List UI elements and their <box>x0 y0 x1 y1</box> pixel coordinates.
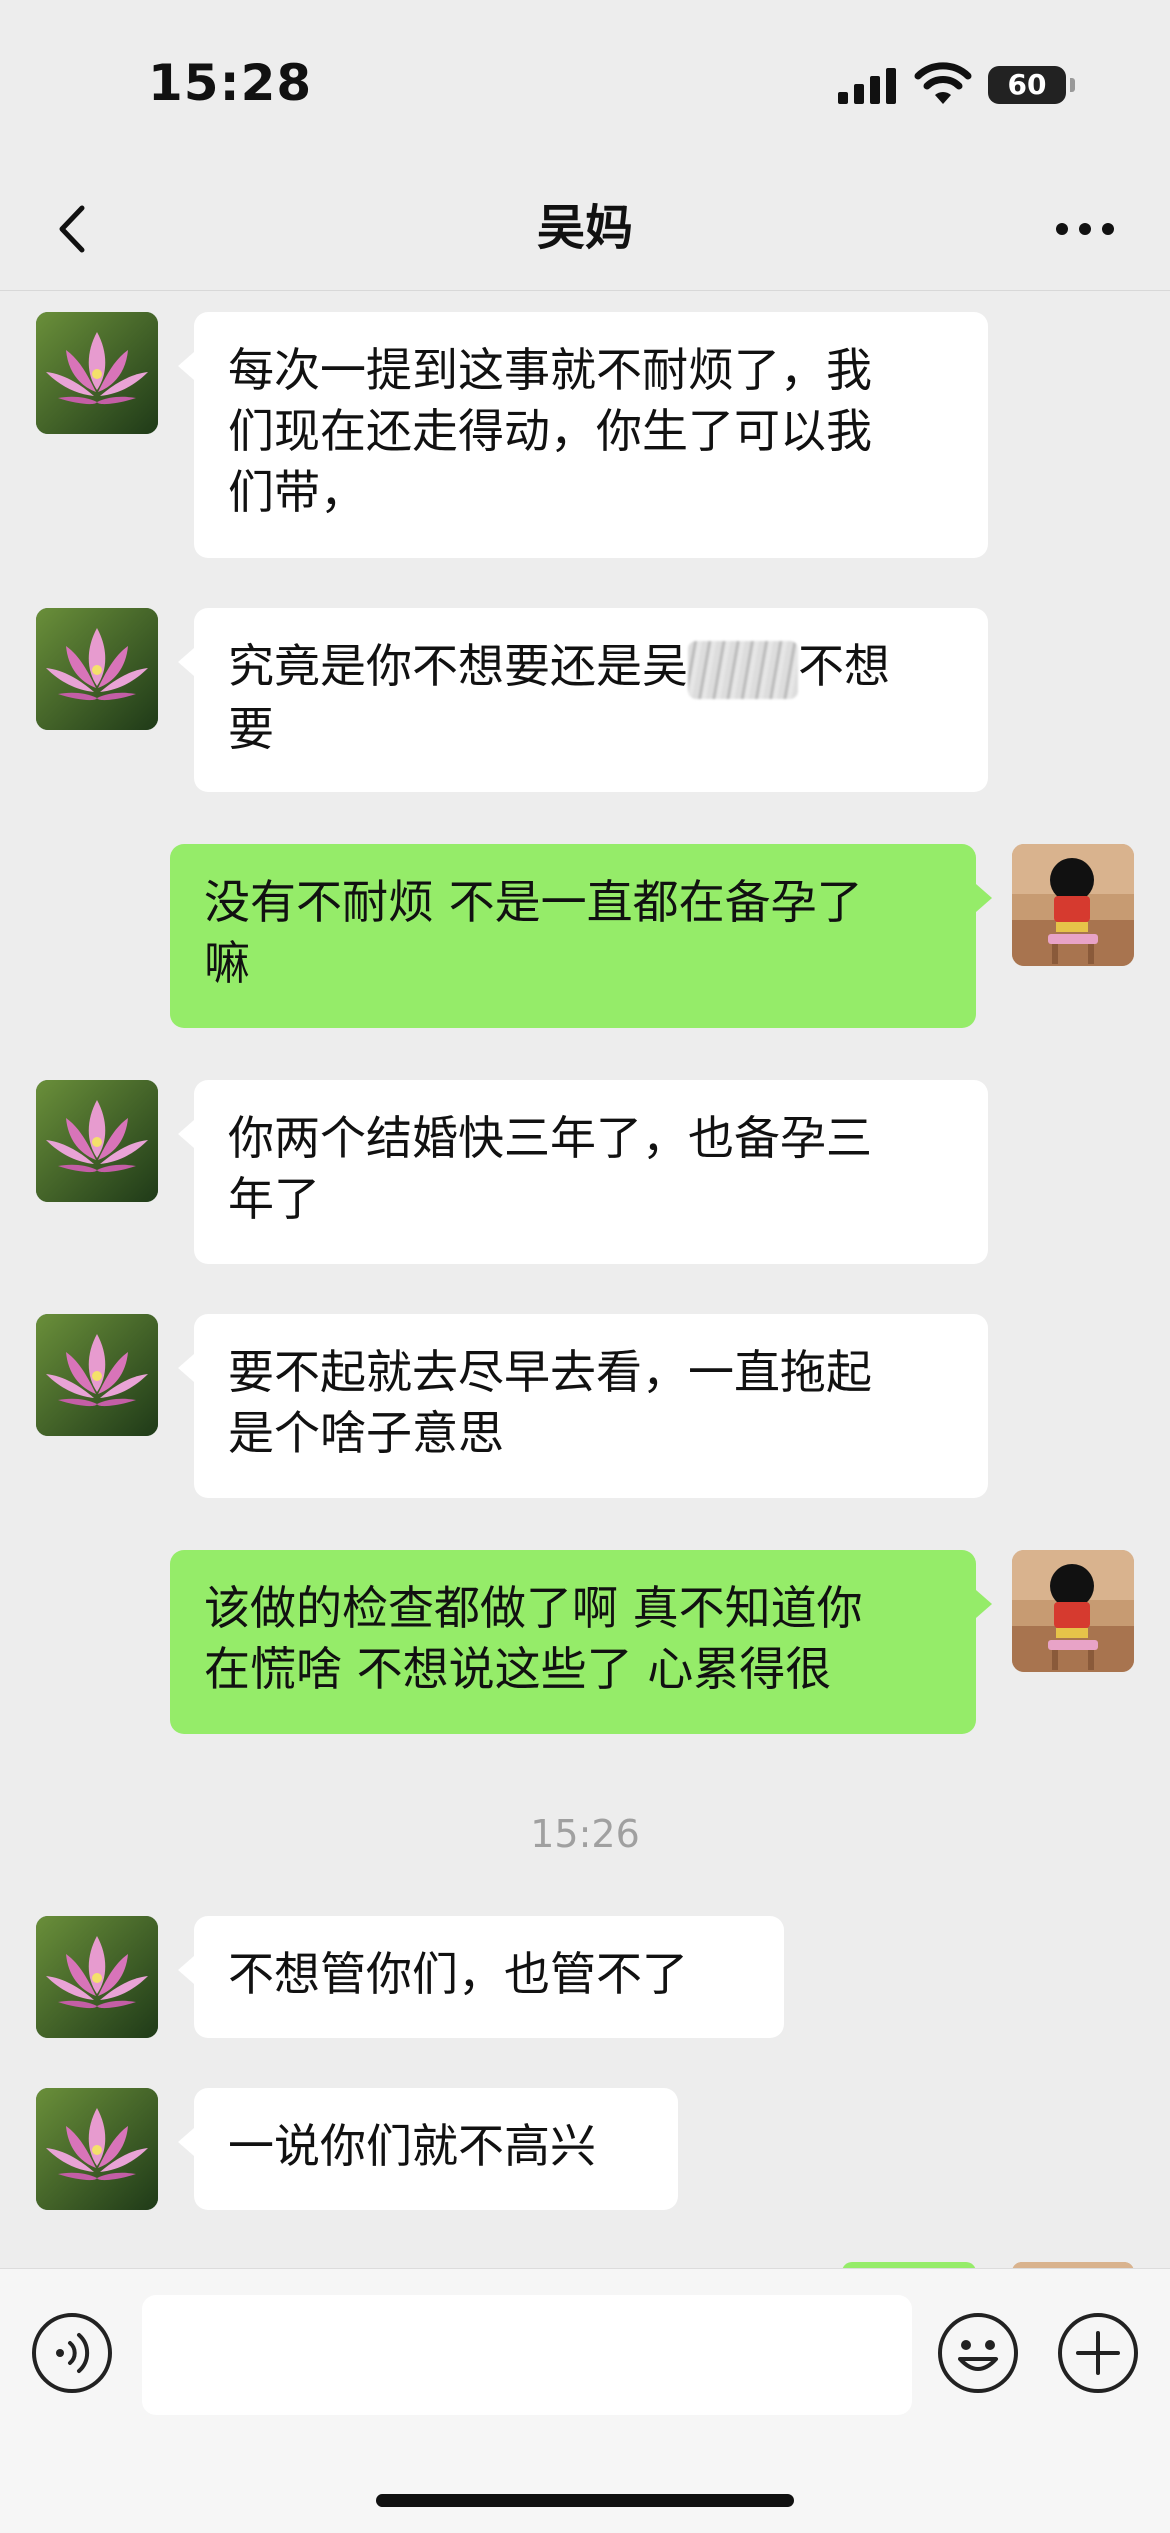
message-text: 是个啥子意思 <box>228 1406 504 1460</box>
message-text: 在慌啥 不想说这些了 心累得很 <box>204 1642 832 1696</box>
wifi-icon <box>914 62 972 104</box>
message-input[interactable] <box>142 2295 912 2415</box>
emoji-icon[interactable] <box>936 2311 1020 2395</box>
message-timestamp: 15:26 <box>530 1812 640 1856</box>
message-text: 没有不耐烦 不是一直都在备孕了 <box>204 875 863 929</box>
message-bubble-incoming[interactable]: 一说你们就不高兴 <box>178 2088 678 2210</box>
message-text: 们现在还走得动，你生了可以我 <box>228 404 872 458</box>
message-text: 该做的检查都做了啊 真不知道你 <box>204 1581 863 1635</box>
chat-header: 吴妈 <box>0 170 1170 291</box>
message-text: 年了 <box>228 1172 320 1226</box>
message-bubble-incoming[interactable]: 究竟是你不想要还是吴 不想 要 <box>178 608 988 792</box>
my-avatar[interactable] <box>1012 1550 1134 1672</box>
contact-avatar[interactable] <box>36 1916 158 2038</box>
message-text: 要不起就去尽早去看，一直拖起 <box>228 1345 872 1399</box>
message-text: 每次一提到这事就不耐烦了，我 <box>228 343 872 397</box>
status-bar: 15:28 60 <box>0 0 1170 170</box>
battery-level: 60 <box>988 66 1066 104</box>
more-icon[interactable] <box>1040 194 1130 264</box>
message-bubble-incoming[interactable]: 要不起就去尽早去看，一直拖起 是个啥子意思 <box>178 1314 988 1498</box>
message-text: 嘛 <box>204 936 250 990</box>
contact-avatar[interactable] <box>36 1080 158 1202</box>
message-text: 们带， <box>228 465 366 519</box>
contact-avatar[interactable] <box>36 312 158 434</box>
battery-tip <box>1070 78 1075 92</box>
plus-icon[interactable] <box>1056 2311 1140 2395</box>
redacted-name <box>688 640 798 699</box>
message-bubble-incoming[interactable]: 每次一提到这事就不耐烦了，我 们现在还走得动，你生了可以我 们带， <box>178 312 988 558</box>
contact-avatar[interactable] <box>36 1314 158 1436</box>
message-text: 不想管你们，也管不了 <box>228 1947 688 2001</box>
message-text: 你两个结婚快三年了，也备孕三 <box>228 1111 872 1165</box>
home-indicator[interactable] <box>376 2494 794 2507</box>
message-text: 要 <box>228 701 274 756</box>
message-bubble-outgoing[interactable]: 没有不耐烦 不是一直都在备孕了 嘛 <box>170 844 992 1028</box>
message-bubble-incoming[interactable]: 不想管你们，也管不了 <box>178 1916 784 2038</box>
status-time: 15:28 <box>148 54 313 112</box>
message-bubble-incoming[interactable]: 你两个结婚快三年了，也备孕三 年了 <box>178 1080 988 1264</box>
chat-title: 吴妈 <box>536 200 633 256</box>
message-text: 一说你们就不高兴 <box>228 2119 596 2173</box>
cellular-signal-icon <box>838 68 896 104</box>
my-avatar[interactable] <box>1012 844 1134 966</box>
message-text: 不想 <box>798 639 890 693</box>
message-text: 究竟是你不想要还是吴 <box>228 639 688 693</box>
contact-avatar[interactable] <box>36 608 158 730</box>
message-bubble-outgoing[interactable]: 该做的检查都做了啊 真不知道你 在慌啥 不想说这些了 心累得很 <box>170 1550 992 1734</box>
contact-avatar[interactable] <box>36 2088 158 2210</box>
voice-icon[interactable] <box>30 2311 114 2395</box>
